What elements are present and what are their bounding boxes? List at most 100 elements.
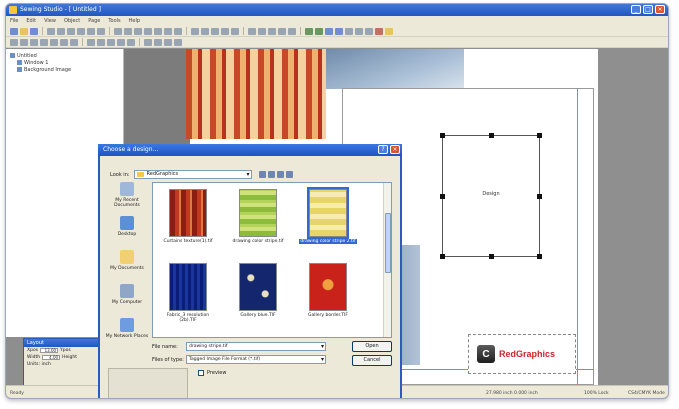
- align-center-icon[interactable]: [201, 27, 209, 35]
- image-icon[interactable]: [174, 27, 182, 35]
- layer-icon[interactable]: [335, 27, 343, 35]
- flip-icon[interactable]: [288, 27, 296, 35]
- file-thumbnail-selected[interactable]: drawing color stripe 2.tif: [299, 187, 357, 255]
- pillow-image[interactable]: [324, 49, 464, 89]
- underline-icon[interactable]: [30, 38, 38, 46]
- resize-handle[interactable]: [537, 133, 542, 138]
- place-recent[interactable]: My Recent Documents: [105, 182, 149, 216]
- grid-icon[interactable]: [248, 27, 256, 35]
- place-network[interactable]: My Network Places: [105, 318, 149, 352]
- font-size-icon[interactable]: [40, 38, 48, 46]
- ungroup-icon[interactable]: [231, 27, 239, 35]
- menu-help[interactable]: Help: [129, 16, 140, 26]
- help-button[interactable]: ?: [378, 145, 388, 154]
- redo-icon[interactable]: [97, 27, 105, 35]
- file-type-select[interactable]: Tagged Image File Format (*.tif): [186, 355, 326, 364]
- lock-icon[interactable]: [345, 27, 353, 35]
- rectangle-icon[interactable]: [144, 27, 152, 35]
- help-icon[interactable]: [385, 27, 393, 35]
- distribute-icon[interactable]: [107, 38, 115, 46]
- file-thumbnail[interactable]: Gallery border.TIF: [299, 263, 357, 329]
- menu-edit[interactable]: Edit: [26, 16, 36, 26]
- open-button[interactable]: Open: [352, 341, 392, 352]
- new-icon[interactable]: [10, 27, 18, 35]
- resize-handle[interactable]: [489, 133, 494, 138]
- cancel-button[interactable]: Cancel: [352, 355, 392, 366]
- arrow-icon[interactable]: [305, 27, 313, 35]
- ruler-icon[interactable]: [174, 38, 182, 46]
- tree-item[interactable]: Background Image: [10, 66, 119, 73]
- resize-handle[interactable]: [440, 254, 445, 259]
- place-my-documents[interactable]: My Documents: [105, 250, 149, 284]
- print-icon[interactable]: [47, 27, 55, 35]
- page-setup-icon[interactable]: [144, 38, 152, 46]
- file-list-scrollbar[interactable]: [383, 183, 391, 337]
- zoom-in-icon[interactable]: [114, 27, 122, 35]
- up-folder-icon[interactable]: [267, 171, 275, 178]
- width-field[interactable]: 4.00: [42, 355, 61, 360]
- text-icon[interactable]: [164, 27, 172, 35]
- menu-tools[interactable]: Tools: [108, 16, 120, 26]
- preview-icon[interactable]: [154, 38, 162, 46]
- fill-green-icon[interactable]: [315, 27, 323, 35]
- place-my-computer[interactable]: My Computer: [105, 284, 149, 318]
- file-thumbnail[interactable]: Gallery blue.TIF: [229, 263, 287, 329]
- group-icon[interactable]: [221, 27, 229, 35]
- design-placeholder[interactable]: Design: [440, 133, 542, 259]
- dialog-close-button[interactable]: ×: [390, 145, 400, 154]
- gear-icon[interactable]: [365, 27, 373, 35]
- order-front-icon[interactable]: [87, 38, 95, 46]
- menu-object[interactable]: Object: [64, 16, 80, 26]
- minimize-button[interactable]: _: [631, 5, 641, 14]
- xpos-field[interactable]: 13.00: [40, 348, 59, 353]
- new-folder-icon[interactable]: [276, 171, 284, 178]
- scale-icon[interactable]: [127, 38, 135, 46]
- order-back-icon[interactable]: [97, 38, 105, 46]
- back-icon[interactable]: [258, 171, 266, 178]
- copy-icon[interactable]: [67, 27, 75, 35]
- place-desktop[interactable]: Desktop: [105, 216, 149, 250]
- save-icon[interactable]: [30, 27, 38, 35]
- paste-icon[interactable]: [77, 27, 85, 35]
- resize-handle[interactable]: [537, 254, 542, 259]
- logo-placeholder[interactable]: C RedGraphics: [468, 334, 576, 374]
- menu-page[interactable]: Page: [88, 16, 100, 26]
- preview-checkbox-row[interactable]: Preview: [198, 370, 226, 376]
- resize-handle[interactable]: [440, 133, 445, 138]
- curve-icon[interactable]: [60, 38, 68, 46]
- cut-icon[interactable]: [57, 27, 65, 35]
- measure-icon[interactable]: [164, 38, 172, 46]
- guide-icon[interactable]: [258, 27, 266, 35]
- menu-view[interactable]: View: [44, 16, 56, 26]
- polygon-icon[interactable]: [70, 38, 78, 46]
- align-right-icon[interactable]: [211, 27, 219, 35]
- line-icon[interactable]: [50, 38, 58, 46]
- crop-icon[interactable]: [117, 38, 125, 46]
- tree-item[interactable]: Window 1: [10, 59, 119, 66]
- look-in-select[interactable]: RedGraphics: [133, 170, 252, 179]
- select-icon[interactable]: [134, 27, 142, 35]
- open-icon[interactable]: [20, 27, 28, 35]
- tree-item[interactable]: Untitled: [10, 52, 119, 59]
- align-left-icon[interactable]: [191, 27, 199, 35]
- preview-checkbox[interactable]: [198, 370, 204, 376]
- file-thumbnail[interactable]: Fabric_3 resolution (2b).TIF: [159, 263, 217, 329]
- scrollbar-thumb[interactable]: [385, 213, 391, 273]
- snap-icon[interactable]: [268, 27, 276, 35]
- undo-icon[interactable]: [87, 27, 95, 35]
- maximize-button[interactable]: □: [643, 5, 653, 14]
- bold-icon[interactable]: [10, 38, 18, 46]
- italic-icon[interactable]: [20, 38, 28, 46]
- file-thumbnail[interactable]: drawing color stripe.tif: [229, 189, 287, 255]
- menu-file[interactable]: File: [10, 16, 18, 26]
- rotate-icon[interactable]: [278, 27, 286, 35]
- ellipse-icon[interactable]: [154, 27, 162, 35]
- resize-handle[interactable]: [489, 254, 494, 259]
- file-name-input[interactable]: drawing stripe.tif: [186, 342, 326, 351]
- file-list[interactable]: Curtains texture(1).tif drawing color st…: [152, 182, 392, 338]
- close-button[interactable]: ×: [655, 5, 665, 14]
- zoom-out-icon[interactable]: [124, 27, 132, 35]
- color-picker-icon[interactable]: [325, 27, 333, 35]
- fabric-swatch-image[interactable]: [186, 49, 326, 139]
- pen-icon[interactable]: [355, 27, 363, 35]
